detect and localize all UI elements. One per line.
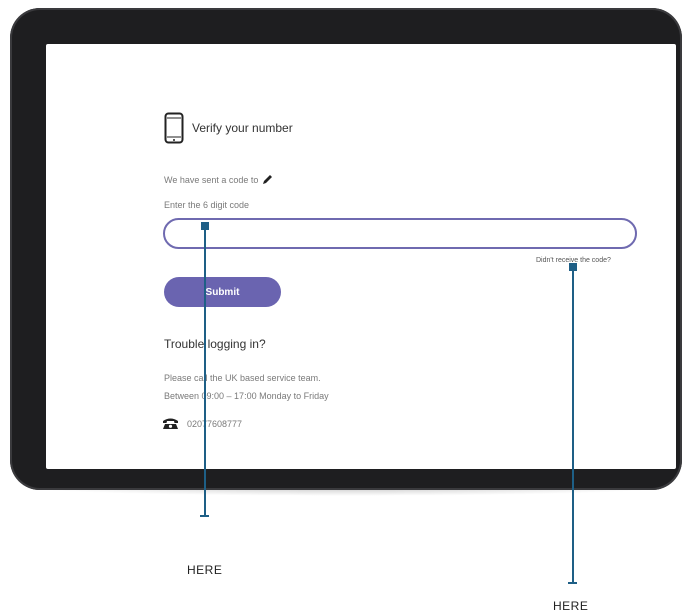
code-field-label: Enter the 6 digit code xyxy=(164,200,250,210)
support-phone: 02077608777 xyxy=(162,417,242,430)
mobile-phone-icon xyxy=(164,112,184,144)
login-screen: Verify your number We have sent a code t… xyxy=(46,44,676,469)
submit-button[interactable]: Submit xyxy=(164,277,281,307)
phone-number: 02077608777 xyxy=(187,418,243,429)
marker-left-line xyxy=(204,228,206,516)
tablet-frame: Verify your number We have sent a code t… xyxy=(10,8,682,490)
code-sent-label: We have sent a code to xyxy=(164,175,259,185)
help-text-line-1: Please call the UK based service team. xyxy=(164,373,321,383)
verification-code-input[interactable] xyxy=(163,218,637,249)
help-text-line-2: Between 09:00 – 17:00 Monday to Friday xyxy=(164,391,329,401)
marker-left-cap xyxy=(200,515,209,517)
telephone-icon xyxy=(163,418,178,429)
marker-left-label: HERE xyxy=(187,563,223,577)
trouble-heading: Trouble logging in? xyxy=(164,337,266,351)
marker-right-label: HERE xyxy=(553,599,589,613)
marker-right-line xyxy=(572,269,574,583)
verify-header: Verify your number xyxy=(164,112,293,144)
marker-right-cap xyxy=(568,582,577,584)
pencil-icon[interactable] xyxy=(261,174,273,186)
page-title: Verify your number xyxy=(192,121,293,135)
code-sent-text: We have sent a code to xyxy=(164,174,273,186)
